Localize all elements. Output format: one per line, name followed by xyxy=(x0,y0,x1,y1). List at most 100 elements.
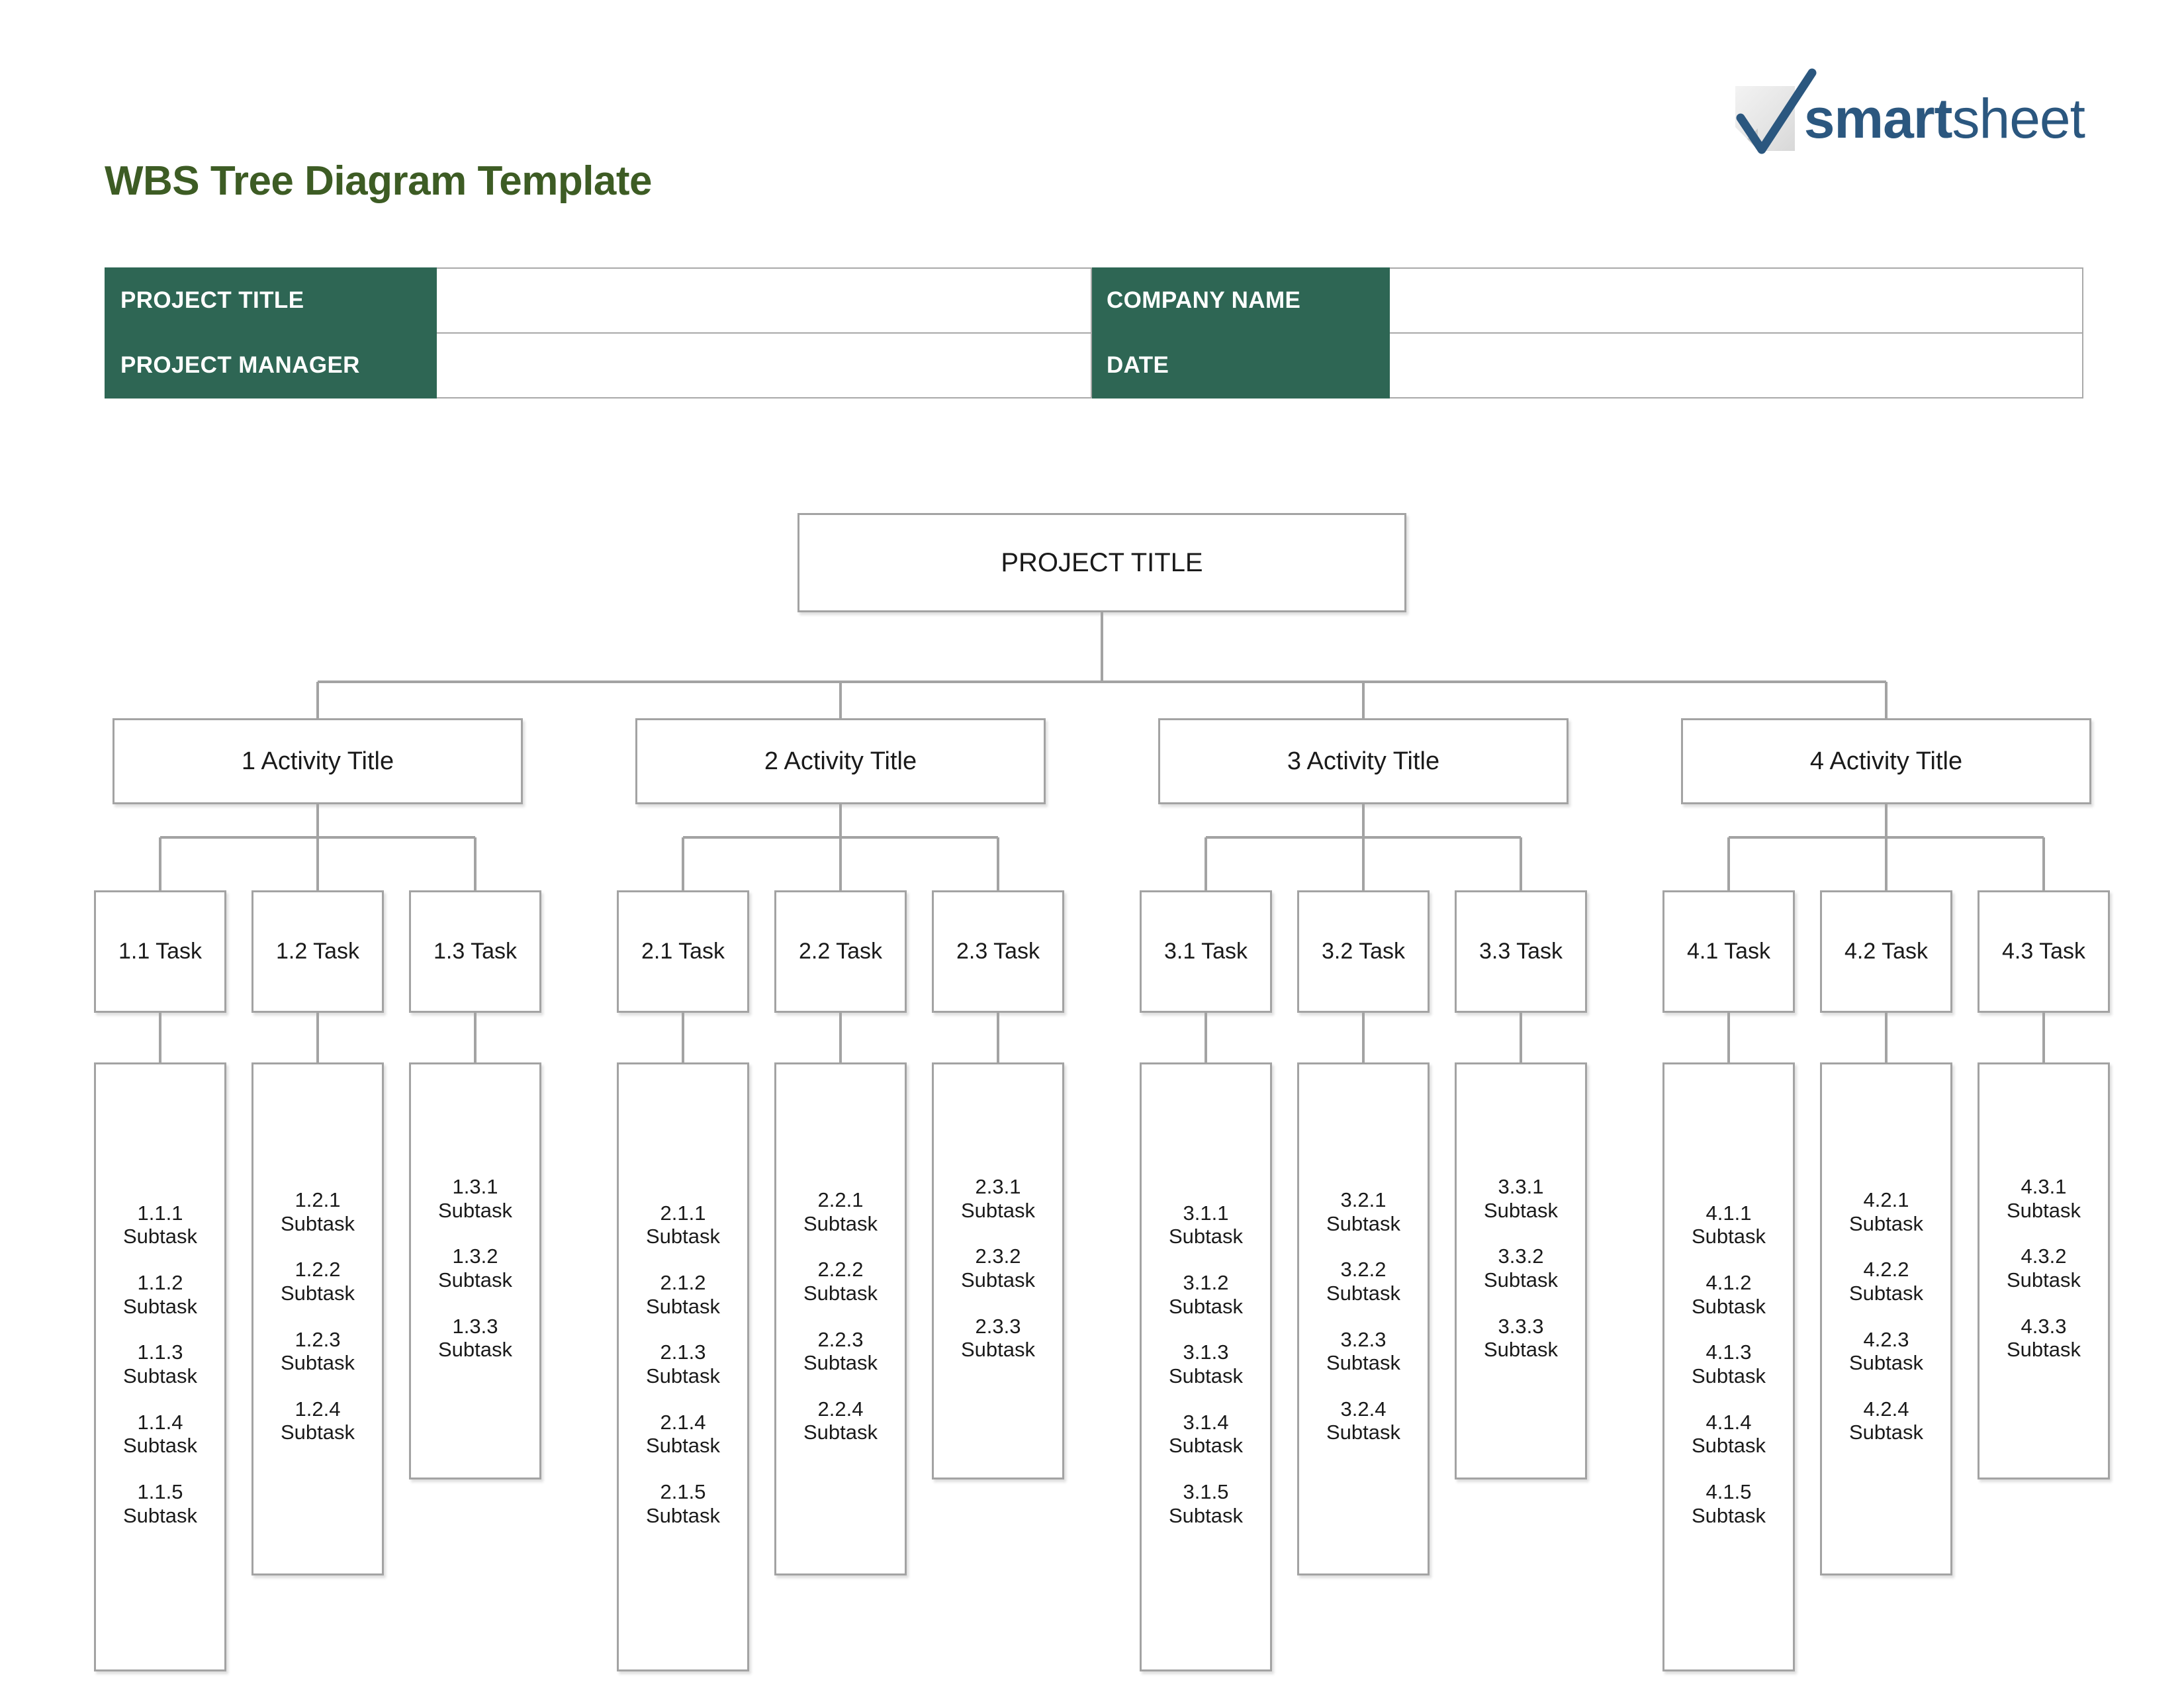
subtask-id: 3.2.2 xyxy=(1340,1258,1387,1282)
subtask-item: 3.1.2 Subtask xyxy=(1142,1271,1270,1318)
subtask-label: Subtask xyxy=(1483,1268,1558,1291)
subtask-id: 1.1.4 xyxy=(137,1410,183,1434)
subtask-label: Subtask xyxy=(122,1225,197,1248)
activity-node: 1 Activity Title xyxy=(113,718,523,804)
subtask-label: Subtask xyxy=(1483,1338,1558,1362)
subtask-label: Subtask xyxy=(1168,1364,1243,1387)
connector-line xyxy=(1362,837,1365,890)
subtask-item: 4.3.1 Subtask xyxy=(1979,1175,2108,1222)
task-node: 1.1 Task xyxy=(94,890,226,1013)
subtask-label: Subtask xyxy=(437,1268,512,1291)
subtask-id: 4.1.1 xyxy=(1706,1201,1752,1225)
subtask-item: 3.1.5 Subtask xyxy=(1142,1480,1270,1527)
subtask-id: 2.2.1 xyxy=(817,1188,864,1211)
subtask-label: Subtask xyxy=(803,1211,878,1235)
subtask-id: 4.2.1 xyxy=(1863,1188,1909,1211)
subtask-id: 4.1.3 xyxy=(1706,1340,1752,1364)
connector-line xyxy=(1362,682,1365,718)
subtask-id: 1.3.3 xyxy=(452,1314,498,1338)
subtask-id: 4.1.5 xyxy=(1706,1479,1752,1503)
subtask-id: 2.1.3 xyxy=(660,1340,706,1364)
connector-line xyxy=(1885,837,1888,890)
subtask-item: 1.2.4 Subtask xyxy=(253,1397,382,1444)
connector-line xyxy=(997,1013,999,1062)
subtask-item: 4.2.3 Subtask xyxy=(1822,1328,1950,1375)
connector-line xyxy=(159,837,161,890)
task-node: 4.2 Task xyxy=(1820,890,1952,1013)
subtask-item: 3.2.2 Subtask xyxy=(1299,1258,1428,1305)
connector-line xyxy=(2042,837,2045,890)
subtask-label: Subtask xyxy=(1168,1503,1243,1527)
subtask-item: 2.2.2 Subtask xyxy=(776,1258,905,1305)
subtask-item: 4.3.2 Subtask xyxy=(1979,1244,2108,1291)
subtask-item: 1.2.2 Subtask xyxy=(253,1258,382,1305)
subtask-id: 1.1.5 xyxy=(137,1479,183,1503)
subtask-label: Subtask xyxy=(960,1268,1035,1291)
subtask-label: Subtask xyxy=(1326,1281,1400,1305)
subtask-id: 1.2.1 xyxy=(295,1188,341,1211)
subtask-item: 2.3.1 Subtask xyxy=(934,1175,1062,1222)
task-node: 3.3 Task xyxy=(1455,890,1587,1013)
subtask-label: Subtask xyxy=(122,1364,197,1387)
subtask-id: 4.3.3 xyxy=(2021,1314,2067,1338)
subtask-label: Subtask xyxy=(1483,1198,1558,1222)
subtask-item: 4.3.3 Subtask xyxy=(1979,1315,2108,1362)
subtask-label: Subtask xyxy=(437,1198,512,1222)
subtask-label: Subtask xyxy=(1691,1434,1766,1458)
subtask-item: 1.3.3 Subtask xyxy=(411,1315,539,1362)
subtask-id: 3.2.3 xyxy=(1340,1327,1387,1351)
subtask-label: Subtask xyxy=(645,1294,720,1318)
connector-line xyxy=(1885,1013,1888,1062)
subtask-id: 3.3.1 xyxy=(1498,1175,1544,1199)
connector-line xyxy=(682,1013,684,1062)
subtask-item: 2.2.1 Subtask xyxy=(776,1188,905,1235)
subtask-item: 3.2.1 Subtask xyxy=(1299,1188,1428,1235)
subtask-item: 4.2.2 Subtask xyxy=(1822,1258,1950,1305)
task-node: 2.1 Task xyxy=(617,890,749,1013)
activity-node: 3 Activity Title xyxy=(1158,718,1569,804)
subtask-item: 1.1.4 Subtask xyxy=(96,1411,224,1458)
subtask-id: 2.1.5 xyxy=(660,1479,706,1503)
subtask-id: 1.2.2 xyxy=(295,1258,341,1282)
task-node: 4.1 Task xyxy=(1662,890,1795,1013)
wbs-tree-diagram: PROJECT TITLE 1 Activity Title 1.1 Task 1.1… xyxy=(0,0,2184,1688)
subtask-item: 2.3.2 Subtask xyxy=(934,1244,1062,1291)
connector-line xyxy=(1520,837,1522,890)
subtask-id: 4.2.3 xyxy=(1863,1327,1909,1351)
subtask-id: 3.1.2 xyxy=(1183,1271,1229,1295)
subtask-id: 4.1.2 xyxy=(1706,1271,1752,1295)
activity-node: 2 Activity Title xyxy=(635,718,1046,804)
subtask-id: 3.3.3 xyxy=(1498,1314,1544,1338)
subtask-label: Subtask xyxy=(2006,1338,2081,1362)
subtask-list: 1.3.1 Subtask 1.3.2 Subtask 1.3.3 Subtask xyxy=(409,1062,541,1479)
subtask-item: 1.1.1 Subtask xyxy=(96,1201,224,1248)
subtask-label: Subtask xyxy=(122,1434,197,1458)
subtask-label: Subtask xyxy=(1691,1503,1766,1527)
subtask-label: Subtask xyxy=(437,1338,512,1362)
subtask-label: Subtask xyxy=(1168,1434,1243,1458)
subtask-id: 1.2.3 xyxy=(295,1327,341,1351)
subtask-id: 4.3.1 xyxy=(2021,1175,2067,1199)
subtask-id: 2.1.2 xyxy=(660,1271,706,1295)
subtask-id: 3.1.3 xyxy=(1183,1340,1229,1364)
subtask-label: Subtask xyxy=(1691,1225,1766,1248)
task-node: 3.2 Task xyxy=(1297,890,1430,1013)
subtask-item: 4.1.5 Subtask xyxy=(1664,1480,1793,1527)
subtask-item: 1.2.3 Subtask xyxy=(253,1328,382,1375)
subtask-item: 3.3.1 Subtask xyxy=(1457,1175,1585,1222)
subtask-item: 4.1.4 Subtask xyxy=(1664,1411,1793,1458)
subtask-id: 3.1.4 xyxy=(1183,1410,1229,1434)
subtask-id: 2.3.2 xyxy=(975,1244,1021,1268)
subtask-label: Subtask xyxy=(645,1225,720,1248)
subtask-label: Subtask xyxy=(803,1351,878,1375)
connector-line xyxy=(1885,804,1888,837)
subtask-item: 3.1.4 Subtask xyxy=(1142,1411,1270,1458)
subtask-label: Subtask xyxy=(645,1434,720,1458)
subtask-list: 4.2.1 Subtask 4.2.2 Subtask 4.2.3 Subtask 4.2.… xyxy=(1820,1062,1952,1575)
subtask-id: 2.1.1 xyxy=(660,1201,706,1225)
connector-line xyxy=(1520,1013,1522,1062)
subtask-item: 3.2.4 Subtask xyxy=(1299,1397,1428,1444)
subtask-label: Subtask xyxy=(960,1338,1035,1362)
connector-line xyxy=(316,682,319,718)
subtask-id: 2.2.2 xyxy=(817,1258,864,1282)
